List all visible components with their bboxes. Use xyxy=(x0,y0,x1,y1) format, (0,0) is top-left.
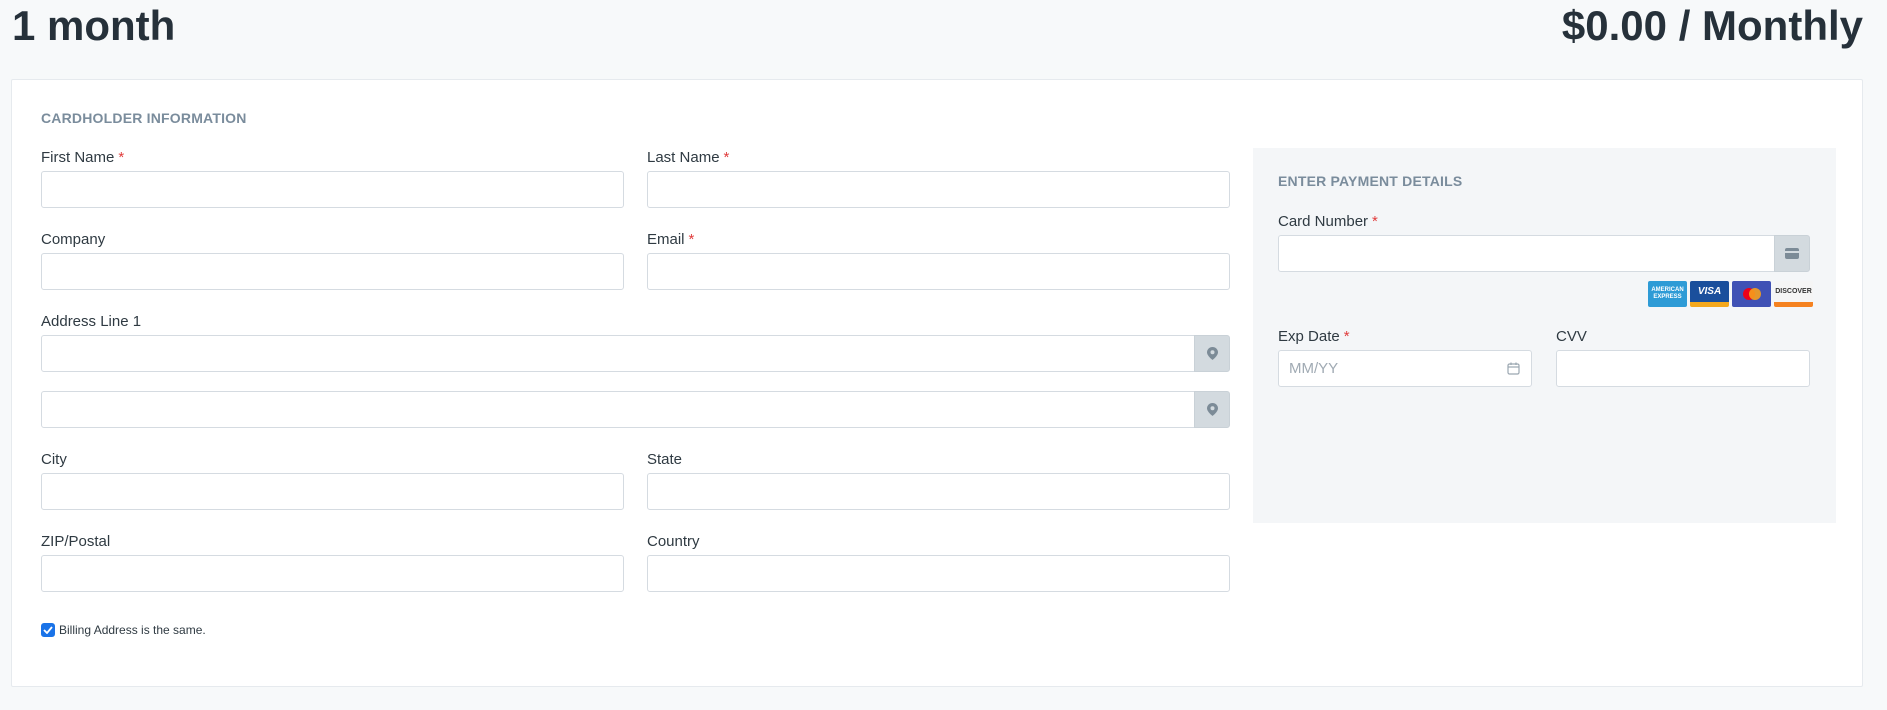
country-label: Country xyxy=(647,533,700,550)
billing-same-checkbox[interactable] xyxy=(41,623,55,637)
check-icon xyxy=(43,626,53,634)
email-input[interactable] xyxy=(647,253,1230,290)
last-name-label: Last Name * xyxy=(647,149,730,166)
last-name-input[interactable] xyxy=(647,171,1230,208)
plan-term: 1 month xyxy=(12,2,176,49)
zip-input[interactable] xyxy=(41,555,624,592)
mastercard-icon xyxy=(1732,281,1771,307)
address-line1-locate-button[interactable] xyxy=(1194,335,1230,372)
address-line1-label: Address Line 1 xyxy=(41,313,142,330)
exp-date-input[interactable] xyxy=(1278,350,1532,387)
calendar-icon[interactable] xyxy=(1507,362,1520,380)
country-input[interactable] xyxy=(647,555,1230,592)
payment-section-title: ENTER PAYMENT DETAILS xyxy=(1278,173,1463,189)
discover-icon: DISCOVER xyxy=(1774,281,1813,307)
payment-panel: ENTER PAYMENT DETAILS Card Number * AMERI… xyxy=(1253,148,1836,523)
visa-icon: VISA xyxy=(1690,281,1729,307)
company-label: Company xyxy=(41,231,106,248)
map-pin-icon xyxy=(1206,403,1218,416)
first-name-label: First Name * xyxy=(41,149,125,166)
city-label: City xyxy=(41,451,67,468)
checkout-card: CARDHOLDER INFORMATION First Name * Last … xyxy=(11,79,1863,687)
exp-date-label: Exp Date * xyxy=(1278,328,1350,345)
email-label: Email * xyxy=(647,231,695,248)
state-input[interactable] xyxy=(647,473,1230,510)
zip-label: ZIP/Postal xyxy=(41,533,111,550)
card-number-label: Card Number * xyxy=(1278,213,1378,230)
billing-same-label[interactable]: Billing Address is the same. xyxy=(59,623,206,637)
address-line2-locate-button[interactable] xyxy=(1194,391,1230,428)
cardholder-section-title: CARDHOLDER INFORMATION xyxy=(41,110,247,126)
card-number-input[interactable] xyxy=(1278,235,1776,272)
state-label: State xyxy=(647,451,683,468)
company-input[interactable] xyxy=(41,253,624,290)
first-name-input[interactable] xyxy=(41,171,624,208)
cvv-label: CVV xyxy=(1556,328,1587,345)
plan-price: $0.00 / Monthly xyxy=(1561,2,1863,49)
cvv-input[interactable] xyxy=(1556,350,1810,387)
map-pin-icon xyxy=(1206,347,1218,360)
credit-card-icon xyxy=(1785,248,1799,259)
address-line2-input[interactable] xyxy=(41,391,1195,428)
address-line1-input[interactable] xyxy=(41,335,1195,372)
card-number-addon xyxy=(1774,235,1810,272)
american-express-icon: AMERICAN EXPRESS xyxy=(1648,281,1687,307)
city-input[interactable] xyxy=(41,473,624,510)
